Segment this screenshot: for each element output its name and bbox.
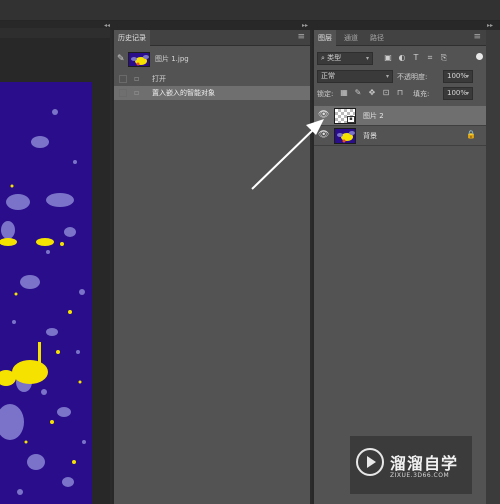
opacity-label: 不透明度: (397, 73, 428, 81)
history-source-checkbox[interactable] (119, 75, 127, 83)
history-item-label: 置入嵌入的智能对象 (152, 89, 215, 97)
chevron-down-icon: ▾ (465, 73, 469, 80)
type-layer-filter-icon[interactable]: T (411, 53, 421, 63)
snapshot-name: 图片 1.jpg (155, 55, 189, 63)
history-source-checkbox[interactable] (119, 89, 127, 97)
lock-image-pixels-icon[interactable]: ✎ (353, 88, 363, 98)
layer-row[interactable]: 👁 背景 🔒 (314, 126, 486, 146)
history-step-icon: ▫ (134, 88, 140, 97)
lock-transparency-icon[interactable]: ▦ (339, 88, 349, 98)
splatter-artwork (0, 109, 86, 495)
collapse-panel-arrows-icon[interactable]: ▸▸ (302, 22, 308, 30)
panel-divider[interactable] (110, 30, 112, 504)
chevron-down-icon: ▾ (465, 90, 469, 97)
watermark-title: 溜溜自学 (390, 454, 459, 473)
panel-divider[interactable] (310, 30, 312, 504)
layer-filter-row: ⌕ 类型 ▾ ▣ ◐ T ⌗ ⎘ (317, 52, 483, 66)
eye-icon[interactable]: 👁 (318, 111, 329, 120)
smart-object-filter-icon[interactable]: ⎘ (439, 53, 449, 63)
layer-name: 图片 2 (363, 112, 384, 120)
snapshot-thumbnail (128, 52, 150, 67)
watermark-url: ZIXUE.3D66.COM (390, 472, 450, 479)
opacity-input[interactable]: 100% ▾ (443, 70, 473, 83)
history-item-label: 打开 (152, 75, 166, 83)
history-item[interactable]: ▫ 打开 (114, 72, 310, 86)
lock-row: 锁定: ▦ ✎ ✥ ⊡ ⊓ 填充: 100% ▾ (317, 87, 483, 101)
lock-icon[interactable]: 🔒 (466, 130, 476, 139)
blend-mode-value: 正常 (321, 72, 335, 80)
panel-menu-icon[interactable]: ≡ (473, 33, 481, 42)
layer-row-selected[interactable]: 👁 ▪ 图片 2 (314, 106, 486, 126)
history-brush-icon[interactable]: ✎ (117, 54, 125, 64)
filter-toggle-icon[interactable] (476, 53, 483, 60)
panel-menu-icon[interactable]: ≡ (297, 33, 305, 42)
eye-icon[interactable]: 👁 (318, 131, 329, 140)
fill-label: 填充: (413, 90, 430, 98)
layers-panel: 图层 通道 路径 ≡ ⌕ 类型 ▾ ▣ ◐ T ⌗ ⎘ 正常 ▾ 不透明度: 1… (314, 30, 486, 504)
layers-tab-bar: 图层 通道 路径 ≡ (314, 30, 486, 46)
watermark: 溜溜自学 ZIXUE.3D66.COM (350, 436, 472, 494)
layer-kind-value: 类型 (327, 54, 342, 62)
chevron-down-icon: ▾ (385, 73, 389, 80)
application-top-bar (0, 0, 500, 21)
fill-input[interactable]: 100% ▾ (443, 87, 473, 100)
blend-mode-select[interactable]: 正常 ▾ (317, 70, 393, 83)
opacity-value: 100% (447, 72, 468, 80)
history-item-selected[interactable]: ▫ 置入嵌入的智能对象 (114, 86, 310, 100)
layer-kind-filter-select[interactable]: ⌕ 类型 ▾ (317, 52, 373, 65)
pixel-layer-filter-icon[interactable]: ▣ (383, 53, 393, 63)
layer-thumbnail: ▪ (334, 108, 356, 124)
blend-row: 正常 ▾ 不透明度: 100% ▾ (317, 70, 483, 84)
chevron-down-icon: ▾ (365, 55, 369, 62)
watermark-play-logo-icon (356, 448, 384, 476)
lock-artboard-icon[interactable]: ⊡ (381, 88, 391, 98)
shape-layer-filter-icon[interactable]: ⌗ (425, 53, 435, 63)
lock-label: 锁定: (317, 90, 334, 98)
tab-paths[interactable]: 路径 (366, 30, 388, 46)
tab-history[interactable]: 历史记录 (114, 30, 150, 46)
history-step-icon: ▫ (134, 74, 140, 83)
layer-thumbnail-art (337, 131, 355, 143)
tab-channels[interactable]: 通道 (340, 30, 362, 46)
layer-name: 背景 (363, 132, 377, 140)
history-snapshot[interactable]: ✎ 图片 1.jpg (114, 49, 310, 69)
document-tab-shadow (0, 28, 110, 38)
collapse-dock-arrows-icon[interactable]: ▸▸ (487, 22, 493, 30)
smart-object-badge-icon: ▪ (347, 116, 355, 123)
fill-value: 100% (447, 89, 468, 97)
lock-all-icon[interactable]: ⊓ (395, 88, 405, 98)
adjustment-layer-filter-icon[interactable]: ◐ (397, 53, 407, 63)
lock-position-icon[interactable]: ✥ (367, 88, 377, 98)
layer-thumbnail (334, 128, 356, 144)
search-icon: ⌕ (321, 54, 325, 62)
snapshot-thumbnail-art (131, 55, 149, 66)
right-dock-strip (486, 30, 500, 504)
history-tab-bar: 历史记录 ≡ (114, 30, 310, 46)
history-panel: 历史记录 ≡ ✎ 图片 1.jpg ▫ 打开 ▫ 置入嵌入的智能对象 (114, 30, 310, 504)
tab-layers[interactable]: 图层 (314, 30, 336, 46)
document-canvas[interactable] (0, 82, 92, 504)
